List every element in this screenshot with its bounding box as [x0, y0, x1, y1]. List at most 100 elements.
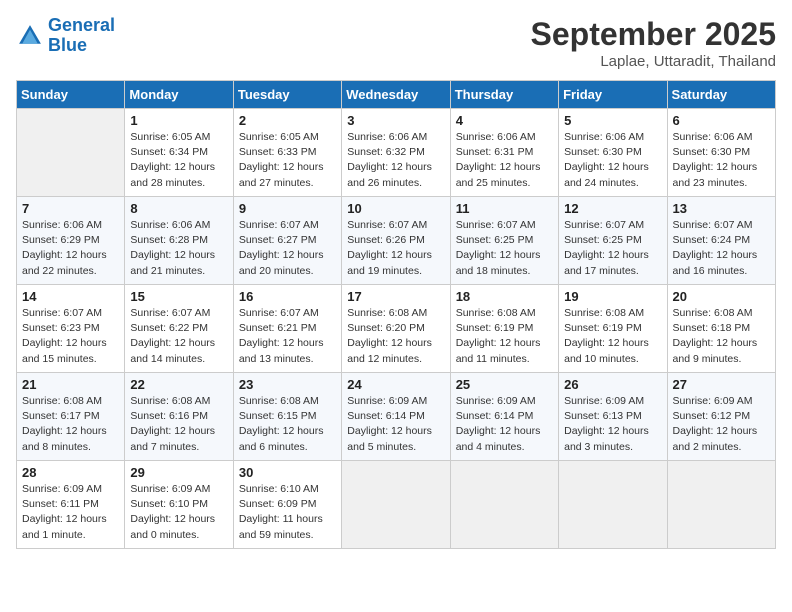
calendar-cell: 8 Sunrise: 6:06 AMSunset: 6:28 PMDaylight…: [125, 197, 233, 285]
day-info: Sunrise: 6:09 AMSunset: 6:12 PMDaylight:…: [673, 394, 770, 455]
day-info: Sunrise: 6:07 AMSunset: 6:25 PMDaylight:…: [564, 218, 661, 279]
calendar-cell: [450, 461, 558, 549]
logo: General Blue: [16, 16, 115, 56]
day-number: 8: [130, 201, 227, 216]
calendar-cell: 30 Sunrise: 6:10 AMSunset: 6:09 PMDayligh…: [233, 461, 341, 549]
day-info: Sunrise: 6:06 AMSunset: 6:30 PMDaylight:…: [673, 130, 770, 191]
day-number: 26: [564, 377, 661, 392]
header-friday: Friday: [559, 81, 667, 109]
day-number: 19: [564, 289, 661, 304]
day-info: Sunrise: 6:06 AMSunset: 6:30 PMDaylight:…: [564, 130, 661, 191]
day-number: 3: [347, 113, 444, 128]
day-number: 29: [130, 465, 227, 480]
day-number: 16: [239, 289, 336, 304]
calendar-week-3: 14 Sunrise: 6:07 AMSunset: 6:23 PMDayligh…: [17, 285, 776, 373]
calendar-cell: 6 Sunrise: 6:06 AMSunset: 6:30 PMDaylight…: [667, 109, 775, 197]
day-info: Sunrise: 6:05 AMSunset: 6:33 PMDaylight:…: [239, 130, 336, 191]
calendar-cell: 16 Sunrise: 6:07 AMSunset: 6:21 PMDayligh…: [233, 285, 341, 373]
day-number: 30: [239, 465, 336, 480]
header-monday: Monday: [125, 81, 233, 109]
title-block: September 2025 Laplae, Uttaradit, Thaila…: [531, 16, 776, 70]
day-info: Sunrise: 6:09 AMSunset: 6:11 PMDaylight:…: [22, 482, 119, 543]
day-info: Sunrise: 6:08 AMSunset: 6:19 PMDaylight:…: [456, 306, 553, 367]
day-number: 10: [347, 201, 444, 216]
calendar-cell: 27 Sunrise: 6:09 AMSunset: 6:12 PMDayligh…: [667, 373, 775, 461]
day-number: 21: [22, 377, 119, 392]
page-header: General Blue September 2025 Laplae, Utta…: [16, 16, 776, 70]
day-info: Sunrise: 6:08 AMSunset: 6:16 PMDaylight:…: [130, 394, 227, 455]
calendar-cell: [559, 461, 667, 549]
day-info: Sunrise: 6:08 AMSunset: 6:15 PMDaylight:…: [239, 394, 336, 455]
day-info: Sunrise: 6:10 AMSunset: 6:09 PMDaylight:…: [239, 482, 336, 543]
day-number: 7: [22, 201, 119, 216]
calendar-cell: 11 Sunrise: 6:07 AMSunset: 6:25 PMDayligh…: [450, 197, 558, 285]
calendar-cell: 24 Sunrise: 6:09 AMSunset: 6:14 PMDayligh…: [342, 373, 450, 461]
day-info: Sunrise: 6:06 AMSunset: 6:28 PMDaylight:…: [130, 218, 227, 279]
calendar-cell: 2Sunrise: 6:05 AMSunset: 6:33 PMDaylight…: [233, 109, 341, 197]
calendar-cell: 18 Sunrise: 6:08 AMSunset: 6:19 PMDayligh…: [450, 285, 558, 373]
day-info: Sunrise: 6:07 AMSunset: 6:22 PMDaylight:…: [130, 306, 227, 367]
day-number: 22: [130, 377, 227, 392]
day-number: 14: [22, 289, 119, 304]
calendar-cell: 22 Sunrise: 6:08 AMSunset: 6:16 PMDayligh…: [125, 373, 233, 461]
day-number: 24: [347, 377, 444, 392]
calendar-cell: [667, 461, 775, 549]
day-number: 12: [564, 201, 661, 216]
day-info: Sunrise: 6:08 AMSunset: 6:19 PMDaylight:…: [564, 306, 661, 367]
calendar-cell: 4 Sunrise: 6:06 AMSunset: 6:31 PMDaylight…: [450, 109, 558, 197]
calendar-week-5: 28 Sunrise: 6:09 AMSunset: 6:11 PMDayligh…: [17, 461, 776, 549]
month-title: September 2025: [531, 16, 776, 53]
day-number: 6: [673, 113, 770, 128]
day-number: 9: [239, 201, 336, 216]
calendar-cell: 23 Sunrise: 6:08 AMSunset: 6:15 PMDayligh…: [233, 373, 341, 461]
calendar-cell: 15 Sunrise: 6:07 AMSunset: 6:22 PMDayligh…: [125, 285, 233, 373]
day-info: Sunrise: 6:07 AMSunset: 6:21 PMDaylight:…: [239, 306, 336, 367]
day-info: Sunrise: 6:09 AMSunset: 6:13 PMDaylight:…: [564, 394, 661, 455]
day-number: 11: [456, 201, 553, 216]
calendar-cell: 10Sunrise: 6:07 AMSunset: 6:26 PMDayligh…: [342, 197, 450, 285]
calendar-week-2: 7 Sunrise: 6:06 AMSunset: 6:29 PMDaylight…: [17, 197, 776, 285]
day-number: 28: [22, 465, 119, 480]
calendar-cell: 28 Sunrise: 6:09 AMSunset: 6:11 PMDayligh…: [17, 461, 125, 549]
day-info: Sunrise: 6:09 AMSunset: 6:14 PMDaylight:…: [347, 394, 444, 455]
day-number: 4: [456, 113, 553, 128]
day-info: Sunrise: 6:06 AMSunset: 6:31 PMDaylight:…: [456, 130, 553, 191]
calendar-cell: [342, 461, 450, 549]
header-saturday: Saturday: [667, 81, 775, 109]
calendar-cell: 17Sunrise: 6:08 AMSunset: 6:20 PMDayligh…: [342, 285, 450, 373]
calendar-cell: 3Sunrise: 6:06 AMSunset: 6:32 PMDaylight…: [342, 109, 450, 197]
calendar-cell: 12 Sunrise: 6:07 AMSunset: 6:25 PMDayligh…: [559, 197, 667, 285]
day-info: Sunrise: 6:06 AMSunset: 6:29 PMDaylight:…: [22, 218, 119, 279]
day-info: Sunrise: 6:08 AMSunset: 6:18 PMDaylight:…: [673, 306, 770, 367]
logo-text: General Blue: [48, 16, 115, 56]
day-info: Sunrise: 6:07 AMSunset: 6:27 PMDaylight:…: [239, 218, 336, 279]
location: Laplae, Uttaradit, Thailand: [531, 53, 776, 70]
day-number: 25: [456, 377, 553, 392]
day-info: Sunrise: 6:09 AMSunset: 6:10 PMDaylight:…: [130, 482, 227, 543]
calendar-cell: 26 Sunrise: 6:09 AMSunset: 6:13 PMDayligh…: [559, 373, 667, 461]
calendar-cell: 5 Sunrise: 6:06 AMSunset: 6:30 PMDaylight…: [559, 109, 667, 197]
day-number: 5: [564, 113, 661, 128]
day-number: 20: [673, 289, 770, 304]
calendar-cell: 14 Sunrise: 6:07 AMSunset: 6:23 PMDayligh…: [17, 285, 125, 373]
day-info: Sunrise: 6:07 AMSunset: 6:25 PMDaylight:…: [456, 218, 553, 279]
day-number: 17: [347, 289, 444, 304]
calendar-cell: 9 Sunrise: 6:07 AMSunset: 6:27 PMDaylight…: [233, 197, 341, 285]
day-number: 18: [456, 289, 553, 304]
day-number: 13: [673, 201, 770, 216]
day-info: Sunrise: 6:07 AMSunset: 6:24 PMDaylight:…: [673, 218, 770, 279]
calendar-cell: 1 Sunrise: 6:05 AMSunset: 6:34 PMDaylight…: [125, 109, 233, 197]
calendar-cell: 25Sunrise: 6:09 AMSunset: 6:14 PMDayligh…: [450, 373, 558, 461]
calendar-week-1: 1 Sunrise: 6:05 AMSunset: 6:34 PMDaylight…: [17, 109, 776, 197]
calendar-cell: 20 Sunrise: 6:08 AMSunset: 6:18 PMDayligh…: [667, 285, 775, 373]
header-tuesday: Tuesday: [233, 81, 341, 109]
header-wednesday: Wednesday: [342, 81, 450, 109]
day-number: 27: [673, 377, 770, 392]
day-info: Sunrise: 6:05 AMSunset: 6:34 PMDaylight:…: [130, 130, 227, 191]
day-number: 23: [239, 377, 336, 392]
calendar-header-row: SundayMondayTuesdayWednesdayThursdayFrid…: [17, 81, 776, 109]
day-number: 15: [130, 289, 227, 304]
header-sunday: Sunday: [17, 81, 125, 109]
day-info: Sunrise: 6:07 AMSunset: 6:23 PMDaylight:…: [22, 306, 119, 367]
day-number: 1: [130, 113, 227, 128]
